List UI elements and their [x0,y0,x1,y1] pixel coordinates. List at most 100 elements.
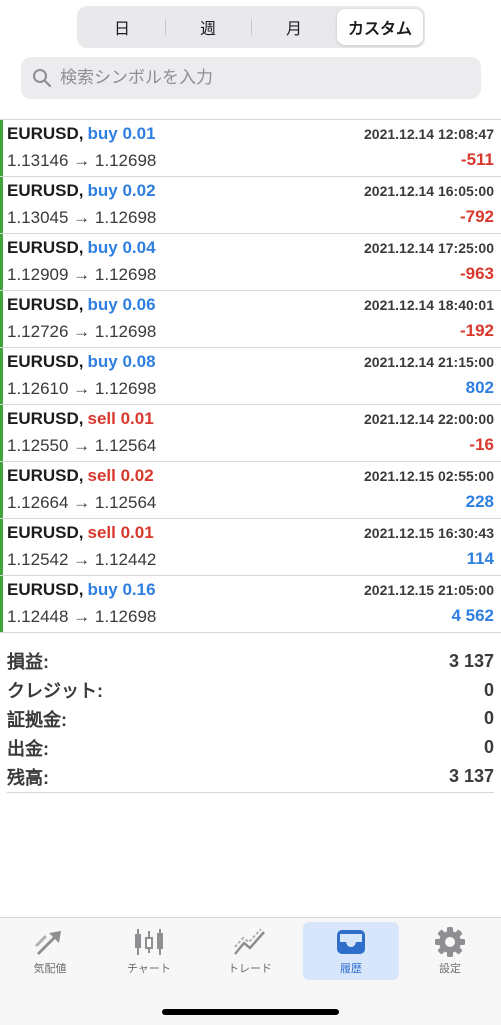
deal-profit: -192 [459,321,494,340]
period-tab-day[interactable]: 日 [79,9,165,45]
candlestick-chart-icon [135,929,163,955]
summary-withdrawal-row: 出金: 0 [7,733,494,762]
tab-label: トレード [228,963,272,975]
deal-profit: 228 [465,492,494,511]
deal-prices: 1.12448 → 1.12698 [7,607,157,626]
deal-type-volume: sell 0.01 [87,523,154,542]
summary-label: 損益: [7,652,49,673]
deal-type-volume: buy 0.02 [87,181,156,200]
summary-value: 0 [483,679,494,700]
tab-label: 履歴 [340,963,362,975]
deal-type-volume: sell 0.01 [87,409,154,428]
deal-profit: -792 [459,207,494,226]
period-tab-week[interactable]: 週 [165,9,251,45]
summary-value: 3 137 [448,650,494,671]
summary-credit-row: クレジット: 0 [7,676,494,705]
tab-settings[interactable]: 設定 [402,922,498,980]
deal-time: 2021.12.15 02:55:00 [364,468,494,484]
search-bar [21,57,481,99]
tab-trade[interactable]: トレード [202,922,298,980]
quotes-arrows-icon [35,931,61,955]
deal-profit: 4 562 [451,606,494,625]
deal-symbol: EURUSD, [7,124,84,143]
deal-time: 2021.12.14 12:08:47 [364,126,494,142]
deal-marker [0,291,3,347]
account-summary: 損益: 3 137 クレジット: 0 証拠金: 0 出金: 0 残高: 3 137 [7,647,494,791]
deal-row[interactable]: EURUSD, buy 0.16 2021.12.15 21:05:00 1.12… [0,576,501,633]
summary-margin-row: 証拠金: 0 [7,705,494,734]
deal-type-volume: sell 0.02 [87,466,154,485]
deal-marker [0,576,3,632]
deal-type-volume: buy 0.08 [87,352,156,371]
deal-prices: 1.12610 → 1.12698 [7,379,157,398]
summary-divider [7,792,494,793]
deal-marker [0,462,3,518]
deal-prices: 1.12726 → 1.12698 [7,322,157,341]
tab-label: チャート [127,963,171,975]
summary-value: 0 [483,737,494,758]
summary-value: 3 137 [448,766,494,787]
home-indicator [162,1009,339,1015]
deal-symbol: EURUSD, [7,466,84,485]
deal-profit: 114 [466,549,494,568]
summary-label: 残高: [7,767,49,788]
deal-row[interactable]: EURUSD, buy 0.08 2021.12.14 21:15:00 1.12… [0,348,501,405]
deal-symbol: EURUSD, [7,295,84,314]
deal-profit: -963 [459,264,494,283]
summary-label: 出金: [7,738,49,759]
deal-type-volume: buy 0.06 [87,295,156,314]
deal-row[interactable]: EURUSD, sell 0.02 2021.12.15 02:55:00 1.1… [0,462,501,519]
tab-chart[interactable]: チャート [101,922,197,980]
deal-symbol: EURUSD, [7,238,84,257]
deal-time: 2021.12.15 21:05:00 [364,582,494,598]
deal-symbol: EURUSD, [7,523,84,542]
deal-type-volume: buy 0.16 [87,580,156,599]
deal-profit: -511 [460,150,494,169]
deal-symbol: EURUSD, [7,580,84,599]
deal-type-volume: buy 0.01 [87,124,156,143]
tab-label: 気配値 [33,963,67,975]
deal-time: 2021.12.14 17:25:00 [364,240,494,256]
deal-marker [0,177,3,233]
deal-marker [0,348,3,404]
summary-profit-row: 損益: 3 137 [7,647,494,676]
period-segmented-control: 日 週 月 カスタム [77,6,425,48]
deal-row[interactable]: EURUSD, buy 0.06 2021.12.14 18:40:01 1.12… [0,291,501,348]
deal-row[interactable]: EURUSD, sell 0.01 2021.12.14 22:00:00 1.1… [0,405,501,462]
deals-list: EURUSD, buy 0.01 2021.12.14 12:08:47 1.13… [0,119,501,633]
deal-row[interactable]: EURUSD, buy 0.04 2021.12.14 17:25:00 1.12… [0,234,501,291]
deal-row[interactable]: EURUSD, buy 0.01 2021.12.14 12:08:47 1.13… [0,120,501,177]
deal-prices: 1.12550 → 1.12564 [7,436,157,455]
summary-label: 証拠金: [7,709,67,730]
tab-history[interactable]: 履歴 [303,922,399,980]
deal-prices: 1.13045 → 1.12698 [7,208,157,227]
deal-marker [0,120,3,176]
deal-prices: 1.12664 → 1.12564 [7,493,157,512]
deal-prices: 1.13146 → 1.12698 [7,151,157,170]
deal-time: 2021.12.14 22:00:00 [364,411,494,427]
deal-profit: 802 [465,378,494,397]
deal-time: 2021.12.15 16:30:43 [364,525,494,541]
period-tab-custom[interactable]: カスタム [337,9,423,45]
tab-label: 設定 [439,963,461,975]
deal-symbol: EURUSD, [7,181,84,200]
deal-row[interactable]: EURUSD, sell 0.01 2021.12.15 16:30:43 1.1… [0,519,501,576]
deal-profit: -16 [469,435,494,454]
deal-time: 2021.12.14 21:15:00 [364,354,494,370]
deal-marker [0,234,3,290]
period-tab-month[interactable]: 月 [251,9,337,45]
deal-marker [0,519,3,575]
inbox-tray-icon [337,930,365,954]
gear-icon [435,927,465,957]
deal-prices: 1.12542 → 1.12442 [7,550,157,569]
deal-symbol: EURUSD, [7,352,84,371]
summary-value: 0 [483,708,494,729]
search-icon [33,69,52,88]
search-input[interactable] [58,67,462,89]
deal-row[interactable]: EURUSD, buy 0.02 2021.12.14 16:05:00 1.13… [0,177,501,234]
deal-time: 2021.12.14 16:05:00 [364,183,494,199]
deal-symbol: EURUSD, [7,409,84,428]
tab-quotes[interactable]: 気配値 [2,922,98,980]
trade-line-icon [234,928,265,955]
summary-balance-row: 残高: 3 137 [7,762,494,791]
